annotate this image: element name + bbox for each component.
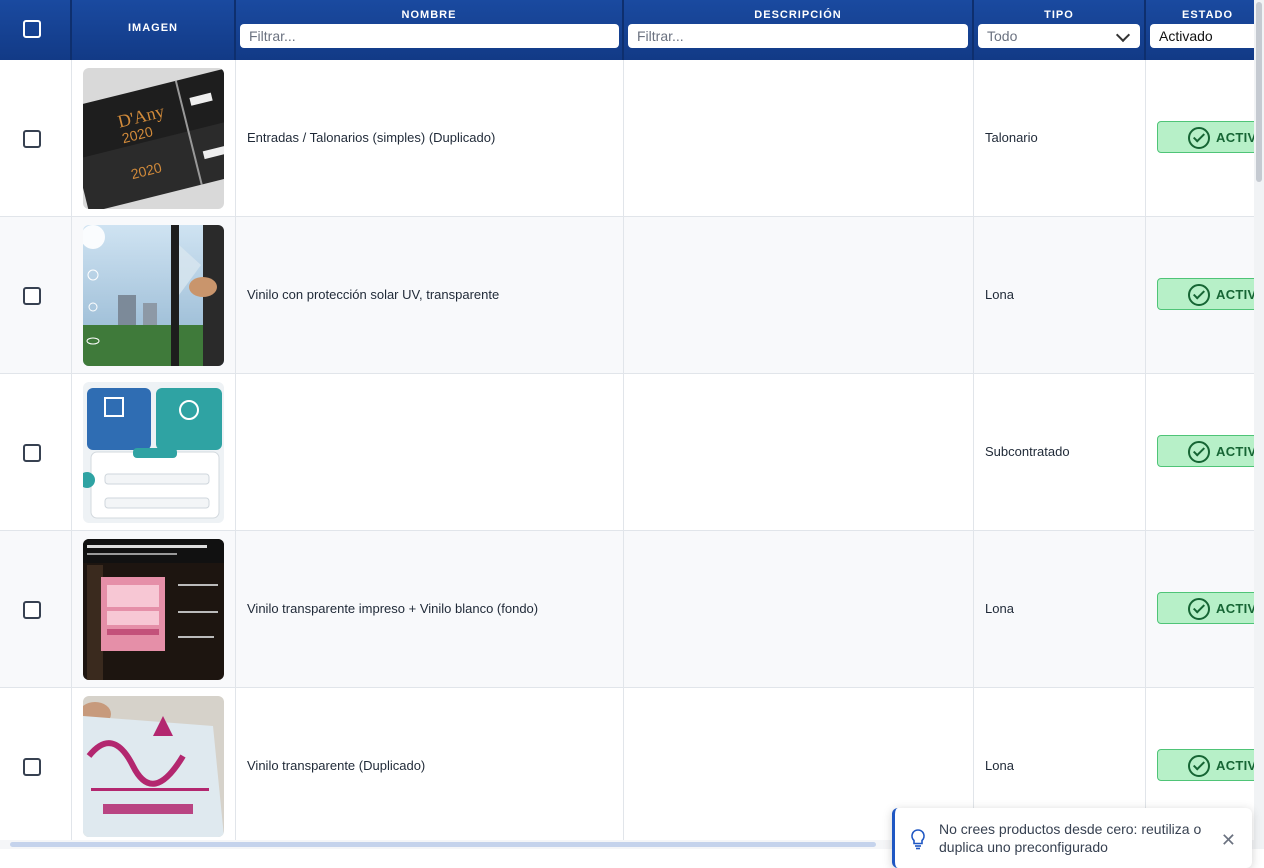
tipo-cell: Talonario bbox=[974, 60, 1146, 217]
status-label: ACTIVADO bbox=[1216, 444, 1254, 459]
tipo-cell: Lona bbox=[974, 531, 1146, 688]
row-select-cell bbox=[0, 217, 72, 374]
lightbulb-icon bbox=[911, 829, 925, 850]
product-name: Vinilo transparente (Duplicado) bbox=[247, 758, 426, 773]
table-header: IMAGEN NOMBRE DESCRIPCIÓN TIPO Todo ESTA… bbox=[0, 0, 1254, 60]
nombre-cell: Vinilo transparente (Duplicado) bbox=[236, 688, 624, 845]
status-label: ACTIVADO bbox=[1216, 287, 1254, 302]
chevron-down-icon bbox=[1115, 27, 1131, 43]
header-nombre: NOMBRE bbox=[236, 0, 624, 60]
horizontal-scrollbar-thumb[interactable] bbox=[10, 842, 876, 847]
product-type: Lona bbox=[985, 758, 1014, 773]
status-label: ACTIVADO bbox=[1216, 758, 1254, 773]
vinilo-ventana-photo bbox=[83, 225, 224, 366]
tipo-filter-value: Todo bbox=[987, 28, 1018, 44]
status-badge[interactable]: ACTIVADO bbox=[1157, 121, 1254, 153]
product-thumbnail[interactable] bbox=[83, 696, 224, 837]
row-checkbox[interactable] bbox=[23, 758, 41, 776]
descripcion-cell bbox=[624, 374, 974, 531]
nombre-cell: Vinilo con protección solar UV, transpar… bbox=[236, 217, 624, 374]
check-circle-icon bbox=[1188, 441, 1210, 463]
product-type: Lona bbox=[985, 601, 1014, 616]
nombre-cell bbox=[236, 374, 624, 531]
product-name: Vinilo con protección solar UV, transpar… bbox=[247, 287, 500, 302]
row-select-cell bbox=[0, 531, 72, 688]
descripcion-cell bbox=[624, 60, 974, 217]
vertical-scrollbar-thumb[interactable] bbox=[1256, 2, 1262, 182]
product-type: Talonario bbox=[985, 130, 1038, 145]
row-checkbox[interactable] bbox=[23, 287, 41, 305]
vertical-scrollbar[interactable] bbox=[1254, 0, 1264, 849]
status-label: ACTIVADO bbox=[1216, 130, 1254, 145]
nueva-coleccion-photo bbox=[83, 539, 224, 680]
row-checkbox[interactable] bbox=[23, 130, 41, 148]
product-type: Subcontratado bbox=[985, 444, 1070, 459]
estado-cell: ACTIVADO bbox=[1146, 531, 1254, 688]
header-estado: ESTADO Activado bbox=[1146, 0, 1254, 60]
estado-filter-value: Activado bbox=[1159, 28, 1213, 44]
product-thumbnail[interactable]: D'Any 2020 2020 bbox=[83, 68, 224, 209]
table-row[interactable]: Vinilo transparente impreso + Vinilo bla… bbox=[0, 531, 1254, 688]
column-title-descripcion[interactable]: DESCRIPCIÓN bbox=[624, 9, 972, 21]
descripcion-cell bbox=[624, 531, 974, 688]
tip-toast: No crees productos desde cero: reutiliza… bbox=[892, 808, 1252, 868]
close-icon[interactable]: ✕ bbox=[1221, 830, 1236, 851]
header-imagen: IMAGEN bbox=[72, 0, 236, 60]
descripcion-cell bbox=[624, 217, 974, 374]
image-cell bbox=[72, 688, 236, 845]
product-name: Vinilo transparente impreso + Vinilo bla… bbox=[247, 601, 539, 616]
descripcion-filter-input[interactable] bbox=[628, 24, 968, 48]
row-select-cell bbox=[0, 60, 72, 217]
nombre-cell: Entradas / Talonarios (simples) (Duplica… bbox=[236, 60, 624, 217]
product-thumbnail[interactable] bbox=[83, 539, 224, 680]
productos-servicios-illustration bbox=[83, 382, 224, 523]
column-title-nombre[interactable]: NOMBRE bbox=[236, 9, 622, 21]
status-badge[interactable]: ACTIVADO bbox=[1157, 749, 1254, 781]
image-cell bbox=[72, 217, 236, 374]
status-label: ACTIVADO bbox=[1216, 601, 1254, 616]
product-thumbnail[interactable] bbox=[83, 382, 224, 523]
product-type: Lona bbox=[985, 287, 1014, 302]
estado-filter-select[interactable]: Activado bbox=[1150, 24, 1254, 48]
status-badge[interactable]: ACTIVADO bbox=[1157, 435, 1254, 467]
select-all-checkbox[interactable] bbox=[23, 20, 41, 38]
image-cell: D'Any 2020 2020 bbox=[72, 60, 236, 217]
tipo-cell: Lona bbox=[974, 217, 1146, 374]
header-descripcion: DESCRIPCIÓN bbox=[624, 0, 974, 60]
toast-message: No crees productos desde cero: reutiliza… bbox=[939, 821, 1202, 855]
tipo-cell: Subcontratado bbox=[974, 374, 1146, 531]
column-title-tipo[interactable]: TIPO bbox=[974, 9, 1144, 21]
nombre-filter-input[interactable] bbox=[240, 24, 619, 48]
check-circle-icon bbox=[1188, 598, 1210, 620]
tipo-filter-select[interactable]: Todo bbox=[978, 24, 1140, 48]
estado-cell: ACTIVADO bbox=[1146, 217, 1254, 374]
estado-cell: ACTIVADO bbox=[1146, 374, 1254, 531]
image-cell bbox=[72, 374, 236, 531]
table-row[interactable]: Subcontratado ACTIVADO bbox=[0, 374, 1254, 531]
product-thumbnail[interactable] bbox=[83, 225, 224, 366]
product-name: Entradas / Talonarios (simples) (Duplica… bbox=[247, 130, 496, 145]
row-checkbox[interactable] bbox=[23, 444, 41, 462]
estado-cell: ACTIVADO bbox=[1146, 60, 1254, 217]
header-tipo: TIPO Todo bbox=[974, 0, 1146, 60]
products-table-viewport: IMAGEN NOMBRE DESCRIPCIÓN TIPO Todo ESTA… bbox=[0, 0, 1254, 849]
column-title-imagen[interactable]: IMAGEN bbox=[72, 22, 234, 34]
check-circle-icon bbox=[1188, 755, 1210, 777]
row-select-cell bbox=[0, 688, 72, 845]
table-row[interactable]: D'Any 2020 2020 Entradas / Talonarios (s… bbox=[0, 60, 1254, 217]
nombre-cell: Vinilo transparente impreso + Vinilo bla… bbox=[236, 531, 624, 688]
table-row[interactable]: Vinilo con protección solar UV, transpar… bbox=[0, 217, 1254, 374]
row-checkbox[interactable] bbox=[23, 601, 41, 619]
header-select-all bbox=[0, 0, 72, 60]
column-title-estado[interactable]: ESTADO bbox=[1182, 9, 1254, 21]
status-badge[interactable]: ACTIVADO bbox=[1157, 592, 1254, 624]
adhara-sticker-photo bbox=[83, 696, 224, 837]
row-select-cell bbox=[0, 374, 72, 531]
check-circle-icon bbox=[1188, 284, 1210, 306]
talonario-entradas-photo: D'Any 2020 2020 bbox=[83, 68, 224, 209]
check-circle-icon bbox=[1188, 127, 1210, 149]
status-badge[interactable]: ACTIVADO bbox=[1157, 278, 1254, 310]
image-cell bbox=[72, 531, 236, 688]
